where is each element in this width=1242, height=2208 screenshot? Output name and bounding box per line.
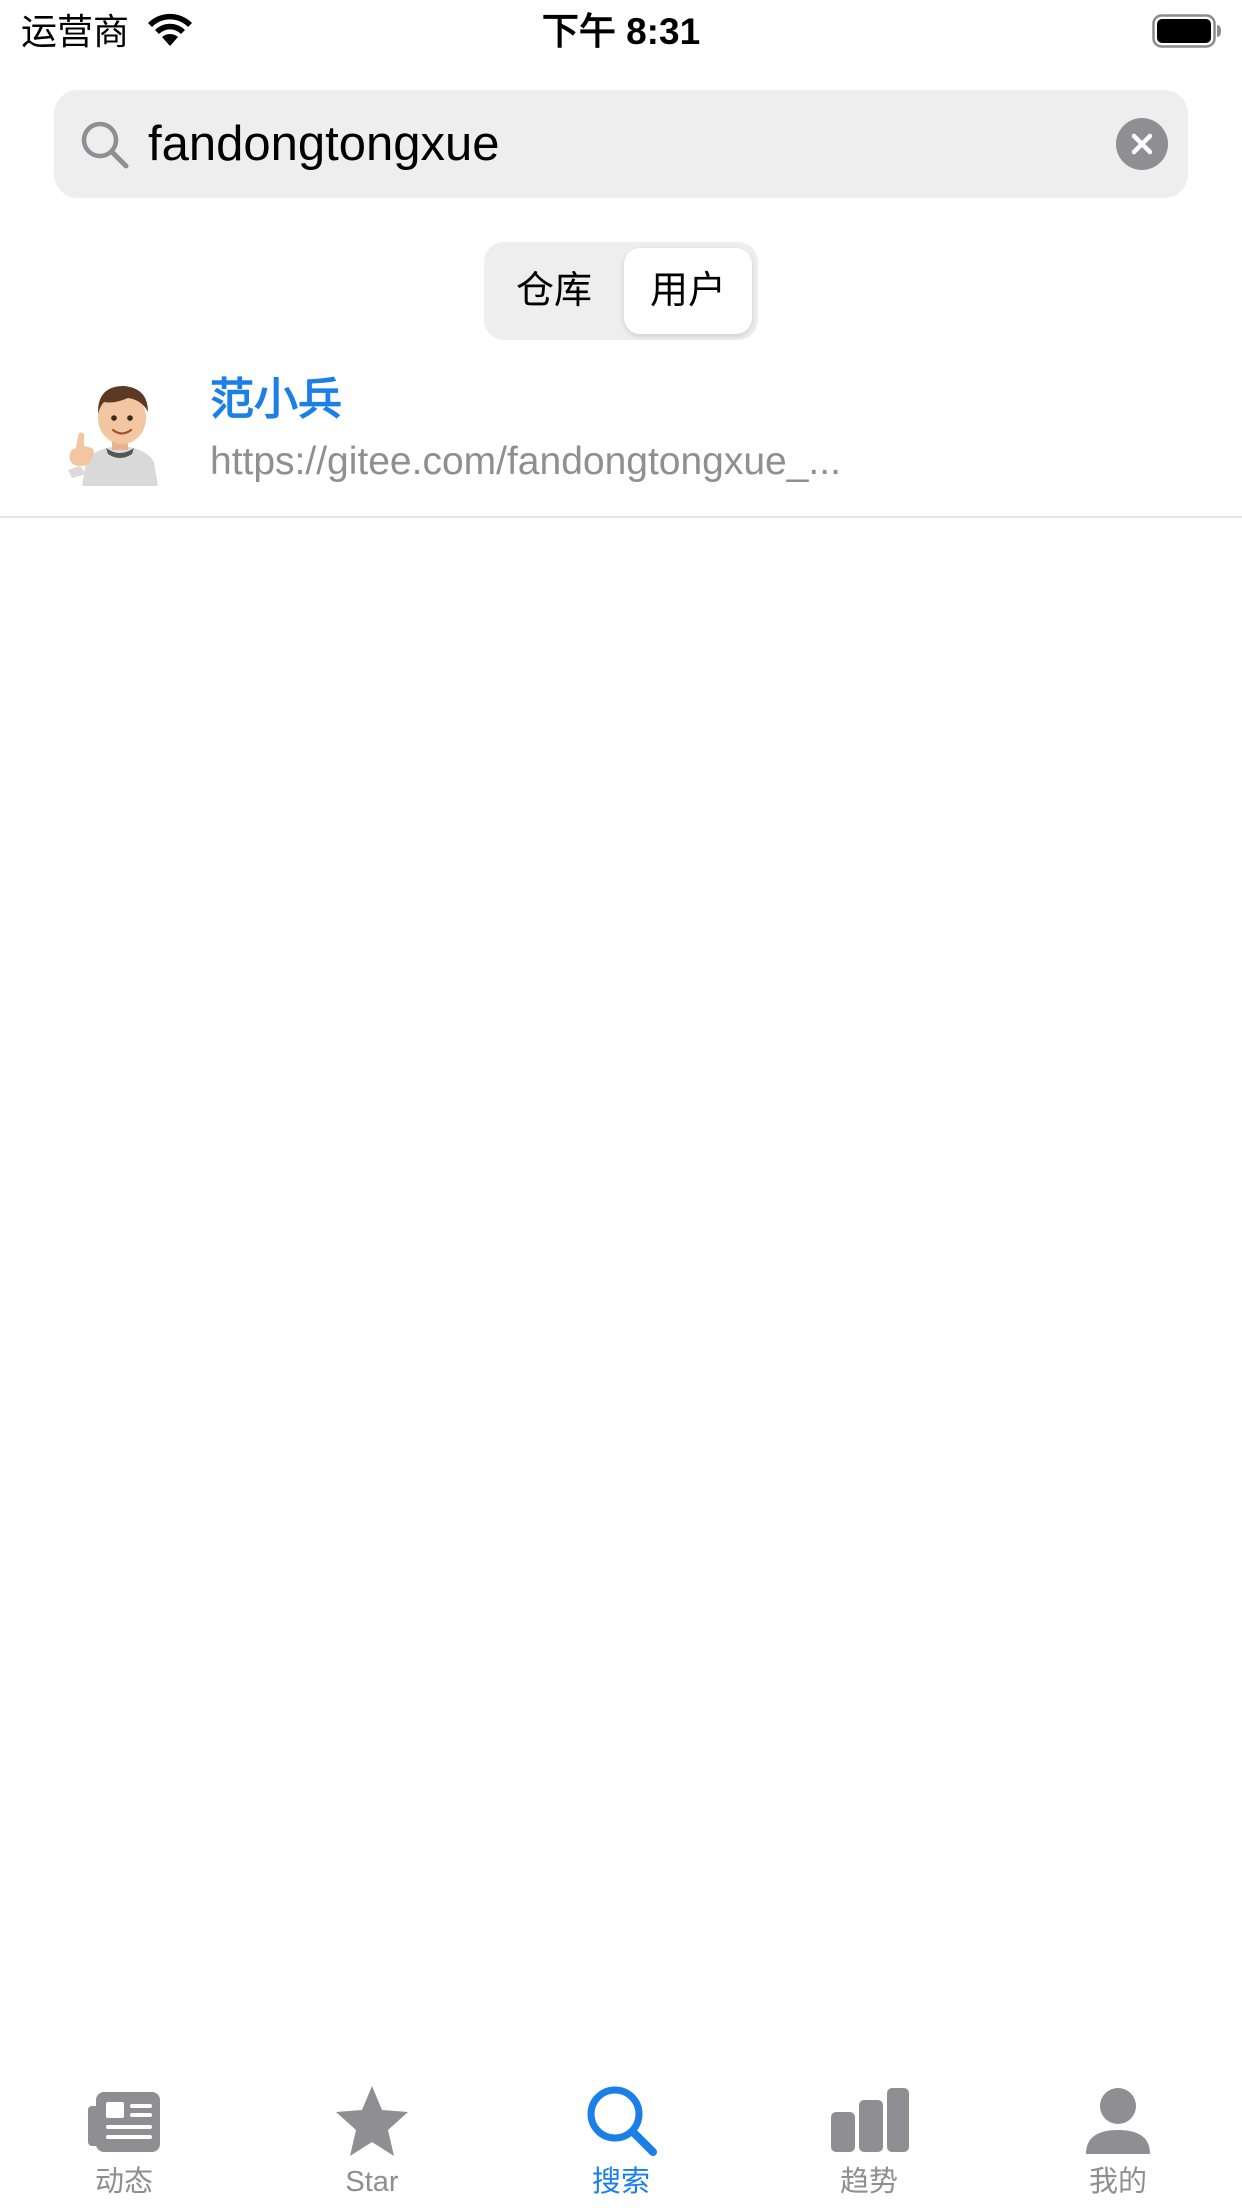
- tab-bar: 动态 Star 搜索 趋势 我的: [0, 2060, 1242, 2208]
- search-input[interactable]: [148, 90, 1048, 198]
- tab-label: 动态: [94, 2166, 153, 2198]
- tab-search[interactable]: 搜索: [497, 2060, 745, 2208]
- tab-feed[interactable]: 动态: [0, 2060, 248, 2208]
- tab-trending[interactable]: 趋势: [745, 2060, 993, 2208]
- search-bar[interactable]: [54, 90, 1188, 198]
- clear-icon: [1131, 133, 1153, 155]
- user-result-row[interactable]: 范小兵 https://gitee.com/fandongtongxue_...: [0, 360, 1242, 516]
- search-icon: [581, 2080, 661, 2160]
- divider: [0, 516, 1242, 518]
- avatar: [64, 374, 176, 486]
- bar-chart-icon: [829, 2080, 909, 2160]
- star-icon: [332, 2080, 412, 2160]
- user-name: 范小兵: [210, 375, 342, 424]
- tab-label: 搜索: [591, 2166, 650, 2198]
- search-type-segmented-control: 仓库 用户: [484, 242, 758, 340]
- status-time: 下午 8:31: [541, 11, 701, 52]
- status-bar: 运营商 下午 8:31: [0, 0, 1242, 62]
- battery-icon: [1152, 14, 1222, 48]
- clear-button[interactable]: [1116, 118, 1168, 170]
- user-url: https://gitee.com/fandongtongxue_...: [210, 440, 841, 483]
- tab-star[interactable]: Star: [248, 2060, 496, 2208]
- segment-repositories[interactable]: 仓库: [490, 248, 618, 334]
- tab-label: 我的: [1088, 2166, 1147, 2198]
- news-icon: [84, 2080, 164, 2160]
- search-icon: [78, 118, 132, 172]
- person-icon: [1078, 2080, 1158, 2160]
- segment-users[interactable]: 用户: [624, 248, 752, 334]
- tab-profile[interactable]: 我的: [994, 2060, 1242, 2208]
- tab-label: 趋势: [839, 2166, 898, 2198]
- tab-label: Star: [345, 2166, 399, 2198]
